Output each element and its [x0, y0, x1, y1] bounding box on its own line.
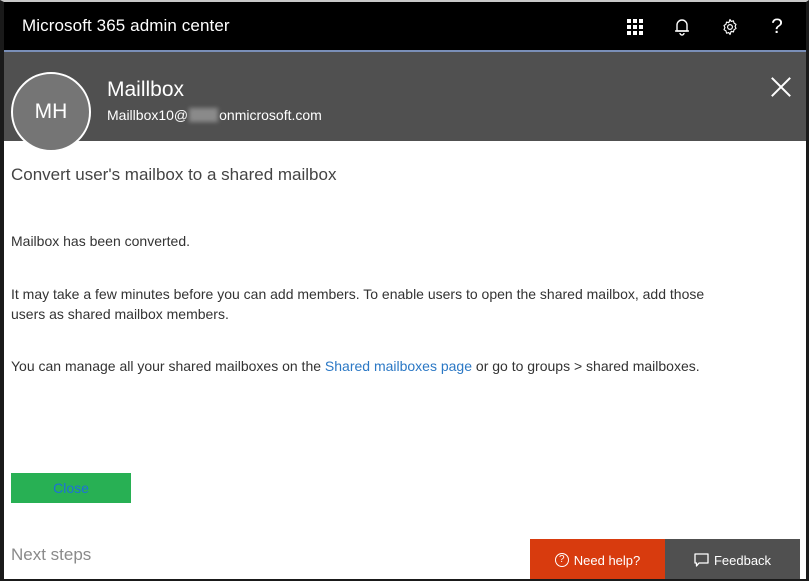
- close-button[interactable]: Close: [11, 473, 131, 503]
- app-launcher-button[interactable]: [618, 10, 652, 44]
- help-button[interactable]: ?: [760, 10, 794, 44]
- close-panel-icon[interactable]: [770, 76, 792, 98]
- panel-content: Convert user's mailbox to a shared mailb…: [11, 141, 806, 579]
- close-button-label: Close: [53, 480, 89, 496]
- bell-icon: [675, 19, 689, 36]
- user-email: Maillbox10@ onmicrosoft.com: [107, 107, 322, 123]
- need-help-label: Need help?: [573, 552, 641, 568]
- app-title: Microsoft 365 admin center: [22, 16, 230, 35]
- help-circle-icon: ?: [554, 553, 569, 567]
- user-display-name: Maillbox: [107, 78, 185, 101]
- manage-message: You can manage all your shared mailboxes…: [11, 356, 711, 376]
- redacted-domain: [189, 108, 219, 122]
- section-title: Convert user's mailbox to a shared mailb…: [11, 165, 337, 184]
- email-suffix: onmicrosoft.com: [219, 107, 322, 123]
- user-panel-header: MH Maillbox Maillbox10@ onmicrosoft.com: [4, 52, 806, 152]
- app-launcher-icon: [627, 19, 643, 35]
- top-navigation-bar: Microsoft 365 admin center ?: [4, 2, 806, 52]
- question-mark-icon: ?: [771, 15, 783, 38]
- gear-icon: [723, 18, 737, 36]
- feedback-button[interactable]: Feedback: [665, 539, 800, 579]
- manage-text-before: You can manage all your shared mailboxes…: [11, 358, 325, 374]
- avatar: MH: [11, 72, 91, 152]
- shared-mailboxes-link[interactable]: Shared mailboxes page: [325, 358, 472, 374]
- settings-button[interactable]: [713, 10, 747, 44]
- need-help-button[interactable]: ? Need help?: [530, 539, 665, 579]
- converted-message: Mailbox has been converted.: [11, 233, 190, 249]
- wait-message: It may take a few minutes before you can…: [11, 286, 705, 322]
- admin-center-window: Microsoft 365 admin center ? MH Maillbox…: [0, 0, 809, 581]
- notifications-button[interactable]: [665, 10, 699, 44]
- feedback-label: Feedback: [713, 552, 772, 568]
- next-steps-heading: Next steps: [11, 545, 92, 564]
- manage-text-after: or go to groups > shared mailboxes.: [472, 358, 700, 374]
- comment-icon: [694, 553, 709, 567]
- email-prefix: Maillbox10@: [107, 107, 189, 123]
